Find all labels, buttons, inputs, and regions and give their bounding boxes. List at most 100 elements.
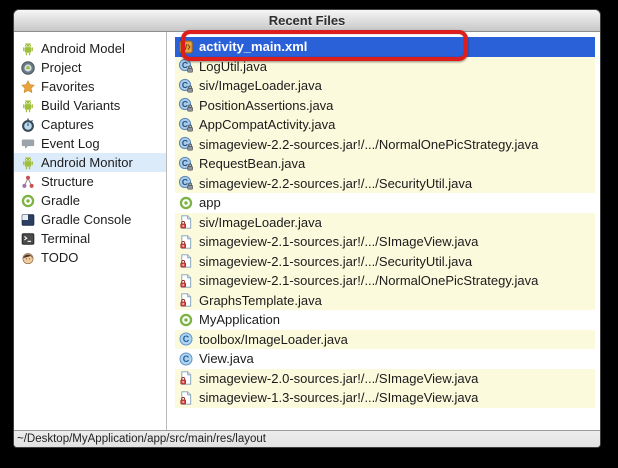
svg-text:C: C bbox=[182, 99, 188, 109]
class-plain-icon: C bbox=[178, 331, 194, 347]
sidebar-item-structure[interactable]: Structure bbox=[14, 172, 166, 191]
file-row-label: siv/ImageLoader.java bbox=[199, 78, 322, 94]
sidebar-item-label: Gradle bbox=[41, 193, 81, 208]
file-row[interactable]: Csimageview-2.2-sources.jar!/.../NormalO… bbox=[175, 134, 595, 154]
file-lock-icon bbox=[178, 214, 194, 230]
file-row[interactable]: simageview-2.1-sources.jar!/.../SImageVi… bbox=[175, 232, 595, 252]
gradle-icon bbox=[20, 193, 36, 209]
file-row[interactable]: simageview-1.3-sources.jar!/.../SImageVi… bbox=[175, 388, 595, 408]
file-row-label: MyApplication bbox=[199, 312, 280, 328]
file-row-label: toolbox/ImageLoader.java bbox=[199, 331, 348, 347]
xml-layout-icon bbox=[178, 39, 194, 55]
file-row[interactable]: Csiv/ImageLoader.java bbox=[175, 76, 595, 96]
todo-icon bbox=[20, 250, 36, 266]
file-row[interactable]: C RequestBean.java bbox=[175, 154, 595, 174]
file-row-label: simageview-1.3-sources.jar!/.../SImageVi… bbox=[199, 390, 479, 406]
sidebar-item-label: Favorites bbox=[41, 79, 95, 94]
sidebar-item-label: Event Log bbox=[41, 136, 100, 151]
file-row[interactable]: app bbox=[175, 193, 595, 213]
sidebar-item-terminal[interactable]: Terminal bbox=[14, 229, 166, 248]
file-row[interactable]: GraphsTemplate.java bbox=[175, 290, 595, 310]
tool-windows-list: Android Model Project Favorites Build Varia… bbox=[14, 32, 166, 430]
sidebar-item-label: Android Monitor bbox=[41, 155, 133, 170]
file-row-label: activity_main.xml bbox=[199, 39, 308, 55]
status-bar: ~/Desktop/MyApplication/app/src/main/res… bbox=[14, 430, 600, 447]
android-icon bbox=[20, 41, 36, 57]
sidebar-item-gradle-console[interactable]: Gradle Console bbox=[14, 210, 166, 229]
file-row-label: PositionAssertions.java bbox=[199, 97, 334, 113]
file-row[interactable]: C PositionAssertions.java bbox=[175, 95, 595, 115]
file-row[interactable]: simageview-2.0-sources.jar!/.../SImageVi… bbox=[175, 368, 595, 388]
popup-title: Recent Files bbox=[268, 13, 346, 28]
android-icon bbox=[20, 155, 36, 171]
svg-text:C: C bbox=[182, 138, 188, 148]
file-row-label: simageview-2.1-sources.jar!/.../NormalOn… bbox=[199, 273, 539, 289]
file-lock-icon bbox=[178, 234, 194, 250]
recent-files-list: activity_main.xml C LogUtil.java Csiv/Image… bbox=[167, 32, 600, 430]
console-icon bbox=[20, 212, 36, 228]
android-icon bbox=[20, 98, 36, 114]
structure-icon bbox=[20, 174, 36, 190]
file-row[interactable]: C View.java bbox=[175, 349, 595, 369]
file-path: ~/Desktop/MyApplication/app/src/main/res… bbox=[17, 433, 266, 445]
sidebar-item-label: Captures bbox=[41, 117, 94, 132]
file-lock-icon bbox=[178, 370, 194, 386]
sidebar-item-label: Build Variants bbox=[41, 98, 121, 113]
file-lock-icon bbox=[178, 273, 194, 289]
sidebar-item-label: Terminal bbox=[41, 231, 91, 246]
sidebar-item-todo[interactable]: TODO bbox=[14, 248, 166, 267]
sidebar-item-label: Android Model bbox=[41, 41, 125, 56]
star-icon bbox=[20, 79, 36, 95]
file-row[interactable]: Ctoolbox/ImageLoader.java bbox=[175, 329, 595, 349]
gradle-icon bbox=[178, 312, 194, 328]
popup-titlebar: Recent Files bbox=[14, 10, 600, 32]
class-lock-icon: C bbox=[178, 78, 194, 94]
svg-text:C: C bbox=[183, 354, 190, 364]
popup-body: Android Model Project Favorites Build Varia… bbox=[14, 32, 600, 430]
file-row-label: simageview-2.2-sources.jar!/.../NormalOn… bbox=[199, 136, 539, 152]
file-row[interactable]: simageview-2.1-sources.jar!/.../Security… bbox=[175, 251, 595, 271]
stopwatch-icon bbox=[20, 117, 36, 133]
sidebar-item-label: Gradle Console bbox=[41, 212, 132, 227]
speech-bubble-icon bbox=[20, 136, 36, 152]
sidebar-item-captures[interactable]: Captures bbox=[14, 115, 166, 134]
file-row-label: LogUtil.java bbox=[199, 58, 267, 74]
sidebar-item-build-variants[interactable]: Build Variants bbox=[14, 96, 166, 115]
file-row-label: AppCompatActivity.java bbox=[199, 117, 336, 133]
file-row[interactable]: activity_main.xml bbox=[175, 37, 595, 57]
sidebar-item-android-model[interactable]: Android Model bbox=[14, 39, 166, 58]
file-row[interactable]: MyApplication bbox=[175, 310, 595, 330]
sidebar-item-label: Structure bbox=[41, 174, 94, 189]
sidebar-item-android-monitor[interactable]: Android Monitor bbox=[14, 153, 166, 172]
sidebar-item-favorites[interactable]: Favorites bbox=[14, 77, 166, 96]
file-row[interactable]: simageview-2.1-sources.jar!/.../NormalOn… bbox=[175, 271, 595, 291]
svg-text:C: C bbox=[182, 80, 188, 90]
file-row[interactable]: Csimageview-2.2-sources.jar!/.../Securit… bbox=[175, 173, 595, 193]
svg-text:C: C bbox=[183, 334, 190, 344]
class-lock-icon: C bbox=[178, 175, 194, 191]
class-lock-icon: C bbox=[178, 117, 194, 133]
recent-files-popup: Recent Files Android Model Project Favorit… bbox=[14, 10, 600, 447]
file-row-label: simageview-2.0-sources.jar!/.../SImageVi… bbox=[199, 370, 479, 386]
file-lock-icon bbox=[178, 253, 194, 269]
sidebar-item-project[interactable]: Project bbox=[14, 58, 166, 77]
sidebar-item-label: TODO bbox=[41, 250, 79, 265]
file-row[interactable]: siv/ImageLoader.java bbox=[175, 212, 595, 232]
svg-text:C: C bbox=[182, 119, 188, 129]
class-lock-icon: C bbox=[178, 136, 194, 152]
file-row-label: RequestBean.java bbox=[199, 156, 306, 172]
sidebar-item-event-log[interactable]: Event Log bbox=[14, 134, 166, 153]
terminal-icon bbox=[20, 231, 36, 247]
file-row-label: GraphsTemplate.java bbox=[199, 292, 322, 308]
class-plain-icon: C bbox=[178, 351, 194, 367]
file-row-label: simageview-2.1-sources.jar!/.../SImageVi… bbox=[199, 234, 479, 250]
file-row-label: simageview-2.1-sources.jar!/.../Security… bbox=[199, 253, 473, 269]
file-row[interactable]: C AppCompatActivity.java bbox=[175, 115, 595, 135]
file-row-label: View.java bbox=[199, 351, 254, 367]
file-row[interactable]: C LogUtil.java bbox=[175, 56, 595, 76]
class-lock-icon: C bbox=[178, 156, 194, 172]
class-lock-icon: C bbox=[178, 58, 194, 74]
class-lock-icon: C bbox=[178, 97, 194, 113]
sidebar-item-gradle[interactable]: Gradle bbox=[14, 191, 166, 210]
sidebar-item-label: Project bbox=[41, 60, 82, 75]
